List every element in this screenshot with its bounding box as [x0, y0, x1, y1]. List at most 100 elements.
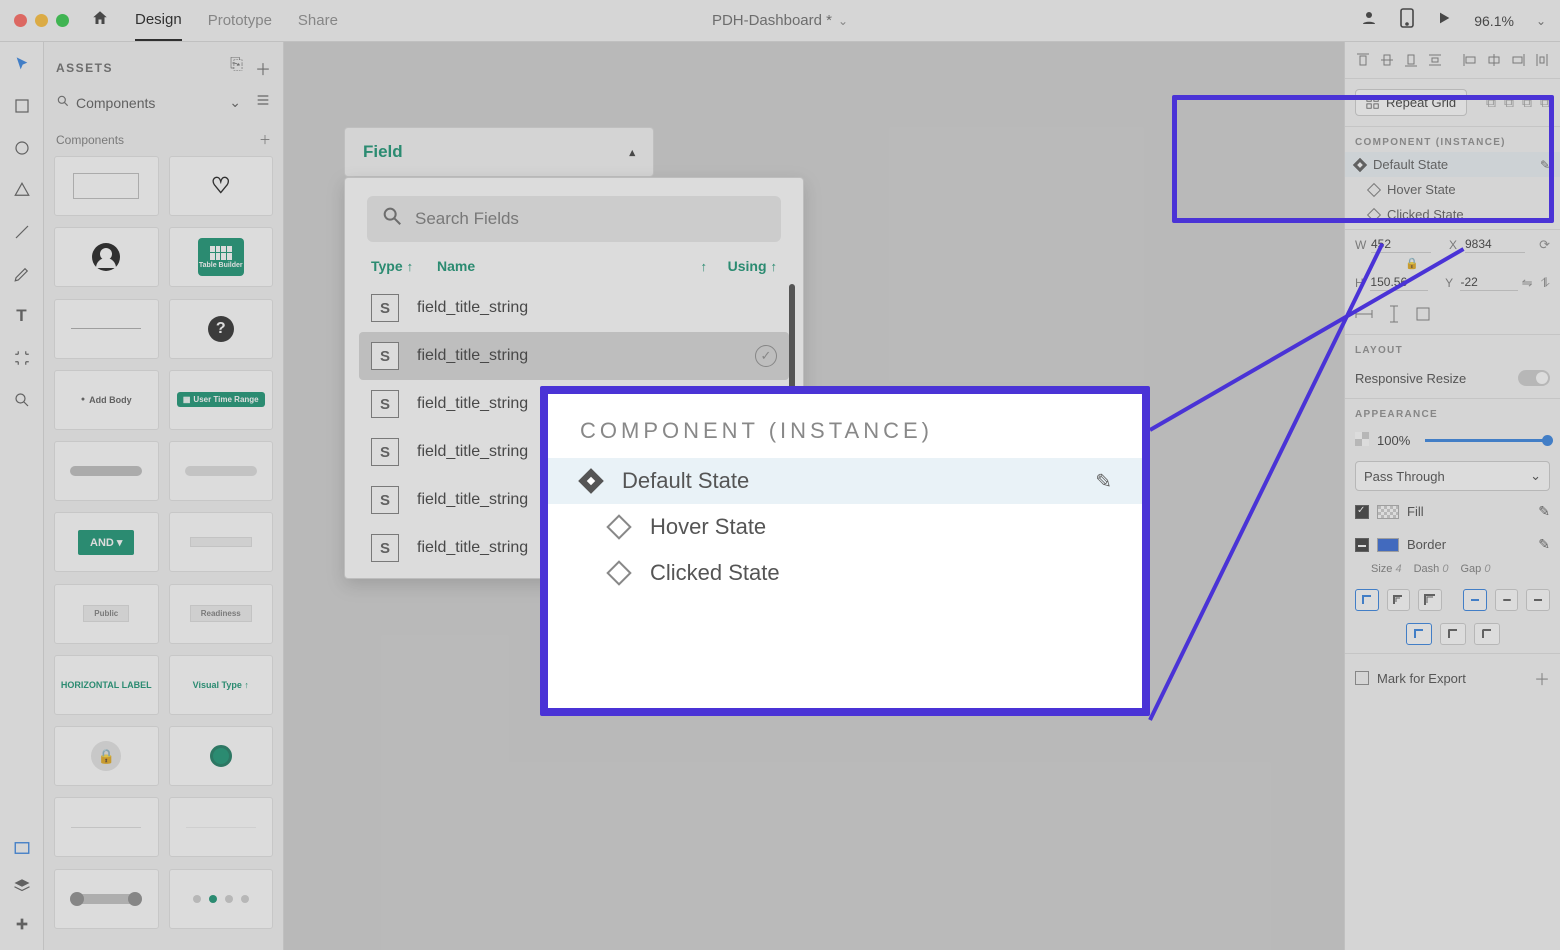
asset-thumb[interactable]	[54, 156, 159, 216]
lock-aspect-icon[interactable]: 🔒	[1345, 257, 1560, 270]
asset-thumb[interactable]	[169, 726, 274, 786]
user-icon[interactable]	[1360, 9, 1378, 32]
border-swatch[interactable]	[1377, 538, 1399, 552]
tab-prototype[interactable]: Prototype	[208, 0, 272, 41]
callout-state-default[interactable]: Default State ✎	[548, 458, 1142, 504]
pen-tool-icon[interactable]	[12, 264, 32, 284]
device-icon[interactable]	[1400, 8, 1414, 33]
cap-square-icon[interactable]	[1526, 589, 1550, 611]
plugins-tab-icon[interactable]	[12, 914, 32, 934]
artboard-tool-icon[interactable]	[12, 348, 32, 368]
rectangle-tool-icon[interactable]	[12, 96, 32, 116]
close-window-icon[interactable]	[14, 14, 27, 27]
asset-thumb[interactable]: HORIZONTAL LABEL	[54, 655, 159, 715]
eyedropper-icon[interactable]: ✎	[1538, 503, 1550, 520]
align-bottom-icon[interactable]	[1403, 52, 1419, 68]
align-top-icon[interactable]	[1355, 52, 1371, 68]
layers-tab-icon[interactable]	[12, 876, 32, 896]
tab-share[interactable]: Share	[298, 0, 338, 41]
blend-mode-select[interactable]: Pass Through⌄	[1355, 461, 1550, 491]
join-bevel-icon[interactable]	[1474, 623, 1500, 645]
opacity-value[interactable]: 100%	[1377, 433, 1417, 448]
list-view-icon[interactable]	[255, 92, 271, 113]
fill-checkbox[interactable]	[1355, 505, 1369, 519]
align-right-icon[interactable]	[1510, 52, 1526, 68]
asset-thumb[interactable]: Visual Type ↑	[169, 655, 274, 715]
minimize-window-icon[interactable]	[35, 14, 48, 27]
callout-state-clicked[interactable]: Clicked State	[548, 550, 1142, 596]
stroke-center-icon[interactable]	[1387, 589, 1411, 611]
col-name[interactable]: Name↑	[437, 258, 707, 274]
border-checkbox[interactable]	[1355, 538, 1369, 552]
asset-thumb[interactable]: ?	[169, 299, 274, 359]
assets-tab-icon[interactable]	[12, 838, 32, 858]
fill-swatch[interactable]	[1377, 505, 1399, 519]
chevron-down-icon[interactable]: ⌄	[1536, 14, 1546, 28]
asset-thumb[interactable]: ♡	[169, 156, 274, 216]
asset-thumb[interactable]: ●Add Body	[54, 370, 159, 430]
select-tool-icon[interactable]	[12, 54, 32, 74]
rotate-icon[interactable]: ⟳	[1539, 237, 1550, 253]
asset-thumb[interactable]	[169, 512, 274, 572]
join-round-icon[interactable]	[1440, 623, 1466, 645]
asset-thumb[interactable]: AND ▾	[54, 512, 159, 572]
zoom-value[interactable]: 96.1%	[1474, 13, 1514, 29]
zoom-window-icon[interactable]	[56, 14, 69, 27]
asset-thumb[interactable]: Table Builder	[169, 227, 274, 287]
add-export-icon[interactable]: ＋	[1534, 666, 1550, 690]
asset-thumb[interactable]	[169, 441, 274, 501]
search-input-field[interactable]	[415, 209, 767, 229]
y-input[interactable]: -22	[1460, 274, 1517, 291]
asset-thumb[interactable]: ▦User Time Range	[169, 370, 274, 430]
cap-round-icon[interactable]	[1495, 589, 1519, 611]
tab-design[interactable]: Design	[135, 0, 182, 41]
field-dropdown[interactable]: Field ▴	[344, 127, 654, 177]
distribute-v-icon[interactable]	[1427, 52, 1443, 68]
asset-thumb[interactable]	[54, 869, 159, 929]
field-row[interactable]: Sfield_title_string✓	[359, 332, 789, 380]
flip-h-icon[interactable]: ⇋	[1522, 275, 1533, 291]
add-component-icon[interactable]: ＋	[259, 131, 271, 148]
asset-thumb[interactable]: Readiness	[169, 584, 274, 644]
cap-butt-icon[interactable]	[1463, 589, 1487, 611]
play-icon[interactable]	[1436, 10, 1452, 31]
col-type[interactable]: Type↑	[371, 258, 437, 274]
line-tool-icon[interactable]	[12, 222, 32, 242]
distribute-h-icon[interactable]	[1534, 52, 1550, 68]
ellipse-tool-icon[interactable]	[12, 138, 32, 158]
export-checkbox[interactable]	[1355, 671, 1369, 685]
asset-thumb[interactable]	[169, 869, 274, 929]
polygon-tool-icon[interactable]	[12, 180, 32, 200]
home-icon[interactable]	[91, 9, 109, 32]
stroke-outer-icon[interactable]	[1418, 589, 1442, 611]
scroll-none-icon[interactable]	[1415, 306, 1431, 325]
search-input[interactable]	[367, 196, 781, 242]
text-tool-icon[interactable]: T	[12, 306, 32, 326]
responsive-toggle[interactable]	[1518, 370, 1550, 386]
eyedropper-icon[interactable]: ✎	[1538, 536, 1550, 553]
callout-state-hover[interactable]: Hover State	[548, 504, 1142, 550]
field-row[interactable]: Sfield_title_string	[345, 284, 803, 332]
align-vmid-icon[interactable]	[1379, 52, 1395, 68]
zoom-tool-icon[interactable]	[12, 390, 32, 410]
col-using[interactable]: Using↑	[707, 258, 777, 274]
asset-thumb[interactable]	[54, 299, 159, 359]
align-left-icon[interactable]	[1462, 52, 1478, 68]
join-miter-icon[interactable]	[1406, 623, 1432, 645]
asset-thumb[interactable]	[54, 227, 159, 287]
add-asset-icon[interactable]: ＋	[255, 56, 271, 80]
asset-thumb[interactable]: 🔒	[54, 726, 159, 786]
asset-thumb[interactable]: Public	[54, 584, 159, 644]
edit-icon[interactable]: ✎	[1095, 469, 1112, 494]
scroll-v-icon[interactable]	[1387, 305, 1401, 326]
assets-filter-select[interactable]: Components ⌄	[76, 94, 241, 111]
opacity-slider[interactable]	[1425, 439, 1550, 442]
asset-thumb[interactable]	[54, 441, 159, 501]
asset-thumb[interactable]	[169, 797, 274, 857]
document-title[interactable]: PDH-Dashboard * ⌄	[712, 12, 848, 29]
stroke-inner-icon[interactable]	[1355, 589, 1379, 611]
asset-thumb[interactable]	[54, 797, 159, 857]
flip-v-icon[interactable]: ⥮	[1541, 275, 1550, 291]
align-hmid-icon[interactable]	[1486, 52, 1502, 68]
link-assets-icon[interactable]: ⎘	[230, 56, 243, 80]
